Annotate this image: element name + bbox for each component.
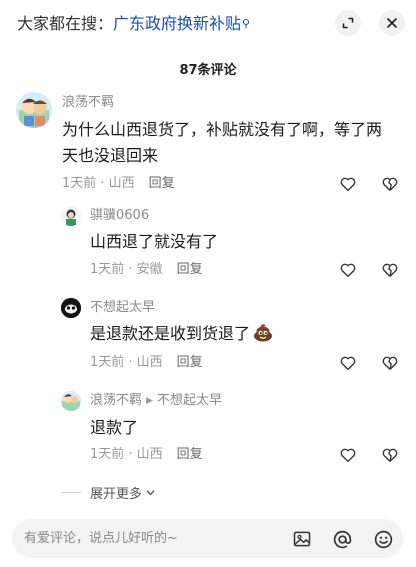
- avatar-image: [61, 391, 81, 411]
- close-icon: [387, 18, 397, 28]
- comment-meta: 1天前 · 山西 回复: [90, 446, 203, 464]
- broken-heart-icon: [382, 356, 398, 370]
- image-button[interactable]: [291, 528, 313, 550]
- comment-text: 山西退了就没有了: [90, 232, 219, 251]
- comment-text: 为什么山西退货了，补贴就没有了啊，等了两 天也没退回来: [62, 117, 402, 169]
- broken-heart-icon: [382, 177, 398, 191]
- expand-more-replies[interactable]: 展开更多: [61, 483, 156, 502]
- comment-input-bar: [12, 519, 403, 558]
- reply-arrow-icon: ▶: [146, 396, 153, 406]
- avatar[interactable]: [61, 206, 81, 226]
- expand-icon: [342, 17, 354, 29]
- avatar[interactable]: [61, 391, 81, 411]
- like-button[interactable]: [339, 354, 357, 372]
- comment-username[interactable]: 浪荡不羁: [62, 94, 114, 112]
- heart-icon: [340, 448, 356, 463]
- poop-emoji-icon: [252, 321, 274, 351]
- comment-username-line: 浪荡不羁 ▶ 不想起太早: [90, 392, 222, 410]
- reply-button[interactable]: 回复: [177, 262, 203, 277]
- comment-meta: 1天前 · 山西 回复: [90, 354, 203, 372]
- comment-text: 是退款还是收到货退了: [90, 321, 274, 351]
- expand-button[interactable]: [335, 10, 361, 36]
- comment-text-content: 是退款还是收到货退了: [90, 324, 251, 343]
- mention-button[interactable]: [331, 528, 353, 550]
- reply-button[interactable]: 回复: [177, 355, 203, 370]
- avatar-image: [16, 92, 52, 128]
- comment-username[interactable]: 浪荡不羁: [90, 393, 142, 408]
- dislike-button[interactable]: [381, 175, 399, 193]
- comment-meta: 1天前 · 山西 回复: [62, 175, 175, 193]
- heart-icon: [340, 177, 356, 192]
- heart-icon: [340, 356, 356, 371]
- comment-time-location: 1天前 · 山西: [90, 447, 163, 462]
- comment-time-location: 1天前 · 安徽: [90, 262, 163, 277]
- broken-heart-icon: [382, 263, 398, 277]
- comment-meta: 1天前 · 安徽 回复: [90, 261, 203, 279]
- comment-time-location: 1天前 · 山西: [62, 176, 135, 191]
- comment-text-line: 为什么山西退货了，补贴就没有了啊，等了两: [62, 120, 383, 139]
- comment-count: 87条评论: [179, 63, 237, 78]
- comment-time-location: 1天前 · 山西: [90, 355, 163, 370]
- divider-line: [61, 492, 81, 493]
- comment-text: 退款了: [90, 418, 139, 437]
- reply-button[interactable]: 回复: [177, 447, 203, 462]
- reply-button[interactable]: 回复: [149, 176, 175, 191]
- like-button[interactable]: [339, 261, 357, 279]
- emoji-icon: [374, 530, 392, 548]
- expand-more-label: 展开更多: [90, 487, 143, 502]
- avatar[interactable]: [61, 298, 81, 318]
- comment-input[interactable]: [24, 519, 274, 558]
- dislike-button[interactable]: [381, 261, 399, 279]
- close-button[interactable]: [379, 10, 405, 36]
- dislike-button[interactable]: [381, 446, 399, 464]
- chevron-down-icon: [146, 490, 155, 496]
- comment-text-line: 天也没退回来: [62, 146, 159, 165]
- heart-icon: [340, 263, 356, 278]
- reply-to-username[interactable]: 不想起太早: [157, 393, 222, 408]
- broken-heart-icon: [382, 448, 398, 462]
- search-suggestion-prefix: 大家都在搜：: [17, 14, 114, 33]
- avatar-image: [61, 206, 81, 226]
- like-button[interactable]: [339, 175, 357, 193]
- top-bar: 大家都在搜：广东政府换新补贴⚲: [0, 0, 416, 48]
- like-button[interactable]: [339, 446, 357, 464]
- comment-username[interactable]: 骐骥0606: [90, 207, 149, 225]
- at-icon: [333, 530, 351, 548]
- image-icon: [293, 531, 311, 547]
- search-suggestion[interactable]: 大家都在搜：广东政府换新补贴⚲: [17, 13, 250, 35]
- avatar-image: [61, 298, 81, 318]
- search-suggestion-keyword[interactable]: 广东政府换新补贴: [113, 14, 241, 33]
- search-icon: ⚲: [242, 17, 251, 30]
- comment-username[interactable]: 不想起太早: [90, 299, 155, 317]
- emoji-button[interactable]: [372, 528, 394, 550]
- avatar[interactable]: [16, 92, 52, 128]
- dislike-button[interactable]: [381, 354, 399, 372]
